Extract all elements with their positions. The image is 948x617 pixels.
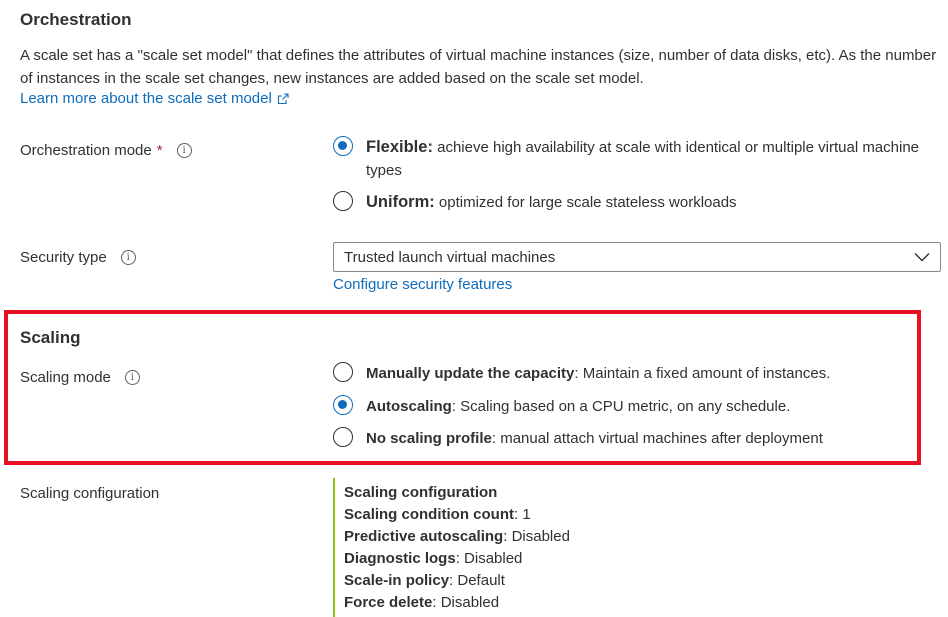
config-value: : Default [449,572,505,589]
manual-option-text: Manually update the capacity: Maintain a… [366,362,830,385]
info-icon[interactable]: i [124,370,140,385]
radio-no-scaling[interactable]: No scaling profile: manual attach virtua… [333,427,823,450]
radio-manual[interactable]: Manually update the capacity: Maintain a… [333,362,830,385]
uniform-option-text: Uniform: optimized for large scale state… [366,191,737,214]
radio-button-uniform[interactable] [333,191,353,211]
scaling-mode-text: Scaling mode [20,369,111,386]
config-value: : 1 [514,506,531,523]
learn-more-link[interactable]: Learn more about the scale set model [20,90,289,107]
scaling-configuration-label: Scaling configuration [20,485,160,502]
orchestration-mode-label: Orchestration mode * i [20,142,192,159]
config-key: Scale-in policy [344,572,450,589]
radio-uniform[interactable]: Uniform: optimized for large scale state… [333,191,737,214]
radio-flexible[interactable]: Flexible: achieve high availability at s… [333,136,933,182]
scaling-configuration-summary: Scaling configuration Scaling condition … [333,478,570,617]
radio-button-flexible[interactable] [333,136,353,156]
config-row: Predictive autoscaling: Disabled [344,526,570,548]
config-key: Scaling condition count [344,506,514,523]
no-scaling-option-text: No scaling profile: manual attach virtua… [366,427,823,450]
manual-option-desc: : Maintain a fixed amount of instances. [574,365,831,382]
autoscaling-option-name: Autoscaling [366,398,452,415]
learn-more-label: Learn more about the scale set model [20,90,272,107]
scaling-mode-label: Scaling mode i [20,369,140,386]
security-type-dropdown[interactable]: Trusted launch virtual machines [333,242,941,272]
scaling-configuration-title: Scaling configuration [344,484,498,501]
orchestration-title: Orchestration [20,10,132,29]
config-row: Force delete: Disabled [344,592,570,614]
orchestration-mode-text: Orchestration mode [20,142,152,159]
radio-button-no-scaling[interactable] [333,427,353,447]
security-type-label: Security type i [20,249,136,266]
info-icon[interactable]: i [120,250,136,265]
uniform-option-desc: optimized for large scale stateless work… [438,194,737,211]
config-value: : Disabled [432,594,500,611]
configure-security-link[interactable]: Configure security features [333,276,512,293]
config-key: Predictive autoscaling [344,528,504,545]
uniform-option-name: Uniform: [366,193,435,211]
radio-button-autoscaling[interactable] [333,395,353,415]
info-icon[interactable]: i [176,143,192,158]
autoscaling-option-desc: : Scaling based on a CPU metric, on any … [451,398,791,415]
no-scaling-option-name: No scaling profile [366,430,492,447]
flexible-option-text: Flexible: achieve high availability at s… [366,136,933,182]
scaling-title: Scaling [20,328,81,347]
config-row: Scale-in policy: Default [344,570,570,592]
config-row: Scaling condition count: 1 [344,504,570,526]
config-row: Diagnostic logs: Disabled [344,548,570,570]
flexible-option-name: Flexible: [366,138,433,156]
config-value: : Disabled [455,550,523,567]
external-link-icon [277,92,289,104]
no-scaling-option-desc: : manual attach virtual machines after d… [491,430,823,447]
security-type-text: Security type [20,249,107,266]
chevron-down-icon [914,253,930,262]
config-key: Force delete [344,594,433,611]
radio-autoscaling[interactable]: Autoscaling: Scaling based on a CPU metr… [333,395,790,418]
required-asterisk: * [156,142,163,159]
orchestration-description: A scale set has a "scale set model" that… [20,47,937,87]
config-key: Diagnostic logs [344,550,456,567]
config-value: : Disabled [503,528,570,545]
security-type-value: Trusted launch virtual machines [344,248,556,266]
flexible-option-desc: achieve high availability at scale with … [366,139,920,179]
autoscaling-option-text: Autoscaling: Scaling based on a CPU metr… [366,395,790,418]
manual-option-name: Manually update the capacity [366,365,575,382]
radio-button-manual[interactable] [333,362,353,382]
